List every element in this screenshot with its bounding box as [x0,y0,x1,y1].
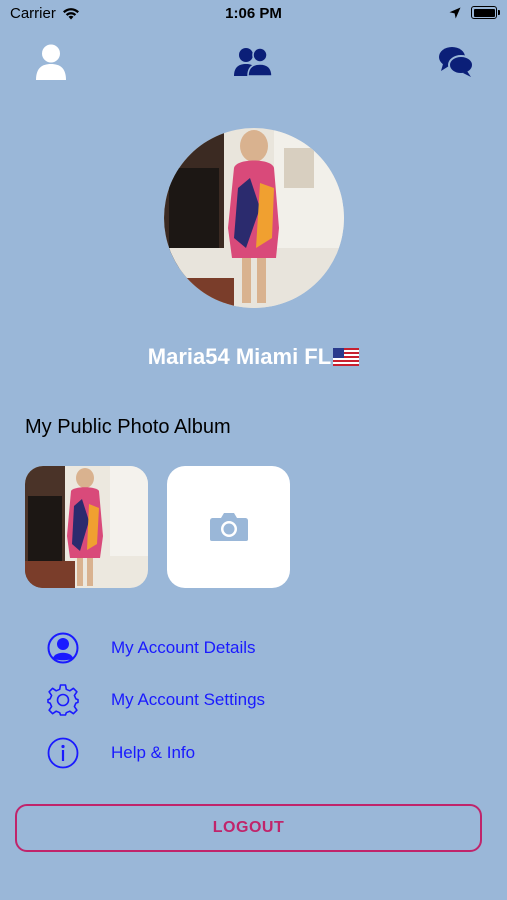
status-time: 1:06 PM [225,5,282,22]
menu-label-account-settings: My Account Settings [111,690,266,709]
messages-tab-button[interactable] [434,40,478,84]
profile-tab-button[interactable] [29,40,73,84]
status-right [449,6,500,19]
logout-label: LOGOUT [212,819,285,836]
logout-button[interactable]: LOGOUT [15,804,482,852]
camera-icon [209,513,248,541]
menu-label-account-details: My Account Details [111,638,256,657]
person-icon [36,44,66,80]
album-title: My Public Photo Album [25,416,231,438]
profile-photo [164,128,344,308]
album-photo [25,466,148,588]
menu-item-account-settings[interactable]: My Account Settings [45,680,485,720]
add-photo-button[interactable] [167,466,290,588]
album-photo-thumbnail[interactable] [25,466,148,588]
profile-name: Maria54 Miami FL [0,344,507,372]
menu-item-account-details[interactable]: My Account Details [45,628,485,668]
battery-full-icon [471,6,500,19]
gear-icon [45,682,81,718]
top-nav [0,40,507,84]
menu-label-help-info: Help & Info [111,743,196,762]
location-arrow-icon [449,7,461,18]
people-icon [234,47,273,77]
us-flag-icon [333,346,360,372]
friends-tab-button[interactable] [231,40,275,84]
user-circle-icon [45,630,81,666]
menu-item-help-info[interactable]: Help & Info [45,733,485,773]
info-icon [45,735,81,771]
status-bar: Carrier 1:06 PM [0,0,507,28]
profile-name-text: Maria54 Miami FL [147,344,332,369]
profile-avatar[interactable] [164,128,344,308]
chat-bubbles-icon [439,47,474,77]
